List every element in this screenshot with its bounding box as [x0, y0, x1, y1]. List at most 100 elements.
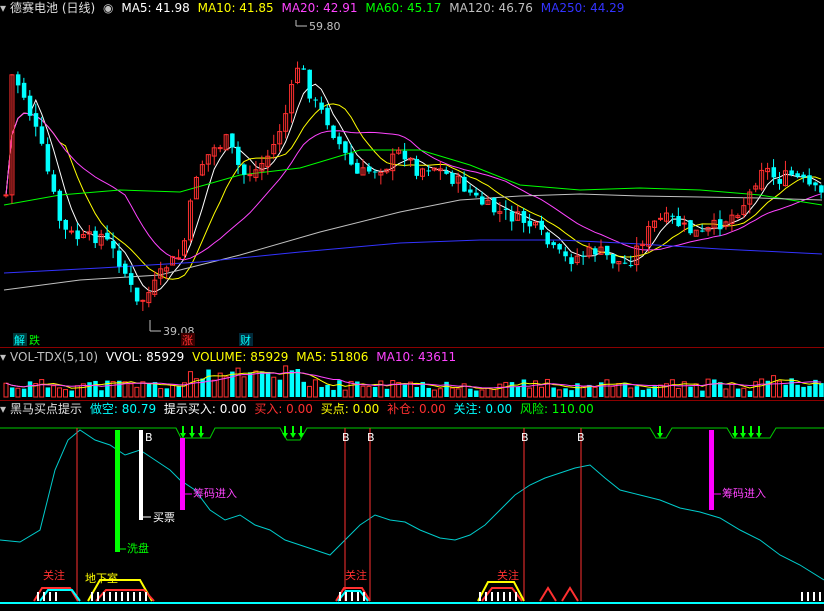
down-arrow-icon	[657, 433, 663, 438]
candle-body	[503, 208, 509, 210]
candle-body	[57, 190, 63, 221]
volume-bar	[128, 383, 134, 398]
candle-body	[527, 220, 533, 227]
candle-body	[581, 255, 586, 257]
candle-body	[681, 222, 687, 225]
candle-body	[366, 166, 372, 172]
volume-bar	[563, 388, 568, 397]
xipan-bar	[115, 430, 120, 552]
candle-body	[105, 232, 110, 240]
volume-bar	[455, 388, 461, 398]
volume-bar	[170, 384, 176, 398]
volume-bar	[468, 388, 473, 397]
volume-bar	[491, 389, 497, 398]
volume-bar	[253, 370, 259, 398]
event-tag-jie[interactable]: 解	[14, 333, 25, 347]
volume-bar	[610, 385, 616, 398]
candle-body	[402, 150, 408, 160]
candlesticks	[3, 61, 824, 312]
volume-bar	[789, 378, 794, 397]
candle-body	[563, 251, 568, 257]
volume-bar	[372, 386, 378, 397]
event-tag-zhang[interactable]: 涨	[182, 334, 193, 347]
volume-bar	[747, 390, 753, 397]
candle-body	[622, 262, 628, 264]
candle-body	[813, 182, 818, 186]
vol-ma10-line	[5, 371, 822, 389]
volume-bar	[807, 385, 812, 397]
volume-bar	[640, 389, 646, 397]
candle-body	[63, 219, 68, 230]
candle-body	[819, 185, 824, 193]
candle-body	[75, 230, 80, 240]
volume-bar	[813, 379, 818, 397]
volume-bar	[569, 390, 574, 397]
b-marker: B	[145, 431, 153, 444]
candle-body	[325, 107, 330, 126]
candle-body	[551, 242, 556, 246]
candle-body	[670, 215, 675, 217]
volume-bar	[378, 380, 384, 398]
volume-bar	[521, 379, 527, 397]
volume-bar	[134, 386, 140, 398]
dixiashi-label: 地下室	[85, 571, 118, 585]
volume-bar	[544, 378, 550, 398]
candle-body	[242, 164, 247, 175]
down-arrow-icon	[740, 433, 746, 438]
high-price-label: 59.80	[309, 20, 341, 33]
volume-bar	[705, 378, 711, 398]
candle-body	[593, 248, 598, 255]
candle-body	[462, 176, 467, 192]
chart-canvas[interactable]: BBBBB 59.80 39.08 解 跌 涨 财 洗盘 买票 筹码进入 筹码进…	[0, 0, 824, 611]
volume-bar	[21, 388, 27, 397]
chouma-label-1: 筹码进入	[193, 486, 237, 500]
ma5-line	[5, 83, 822, 293]
guanzhu-label-2: 关注	[345, 568, 367, 582]
candle-body	[68, 230, 74, 233]
volume-bar	[497, 383, 503, 398]
chouma-label-2: 筹码进入	[722, 486, 766, 500]
volume-bars	[3, 365, 824, 398]
volume-bar	[729, 382, 735, 398]
volume-bar	[414, 386, 420, 397]
volume-bar	[223, 376, 229, 398]
candle-body	[307, 69, 312, 99]
candle-body	[795, 173, 800, 177]
candle-body	[676, 216, 681, 227]
guanzhu-label-1: 关注	[43, 568, 65, 582]
candle-body	[93, 230, 98, 244]
candle-body	[444, 171, 449, 174]
volume-bar	[9, 387, 15, 397]
volume-bar	[277, 379, 283, 397]
volume-bar	[45, 387, 51, 397]
volume-bar	[206, 369, 211, 397]
candle-body	[372, 171, 378, 173]
b-marker: B	[367, 431, 375, 444]
candle-body	[450, 172, 455, 184]
down-arrow-icon	[282, 433, 288, 438]
candle-body	[331, 125, 336, 139]
volume-bar	[27, 381, 33, 397]
event-tag-cai[interactable]: 财	[240, 333, 251, 347]
down-arrow-icon	[198, 433, 204, 438]
volume-bar	[515, 386, 521, 397]
volume-bar	[247, 372, 253, 397]
candle-body	[128, 273, 134, 285]
volume-bar	[783, 384, 788, 397]
candle-body	[355, 162, 360, 174]
volume-bar	[551, 387, 556, 397]
volume-bar	[164, 388, 170, 397]
candle-body	[337, 136, 342, 145]
volume-bar	[479, 389, 485, 398]
volume-bar	[741, 387, 747, 398]
event-tag-die[interactable]: 跌	[29, 333, 40, 347]
vol-ma5-line	[5, 371, 822, 390]
volume-bar	[503, 381, 509, 398]
volume-bar	[390, 380, 396, 398]
volume-bar	[211, 379, 217, 398]
volume-bar	[366, 385, 372, 398]
candle-body	[557, 244, 562, 250]
candle-body	[771, 167, 777, 178]
moving-average-lines	[3, 83, 823, 293]
volume-bar	[700, 390, 705, 397]
